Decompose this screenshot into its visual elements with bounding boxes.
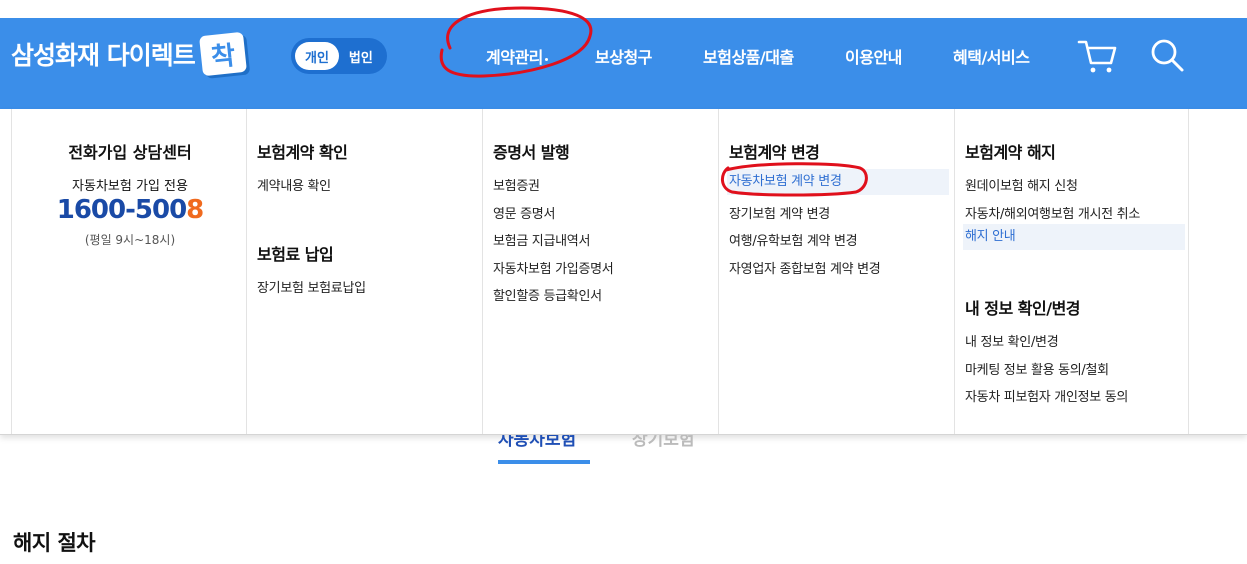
tab-auto-insurance[interactable]: 자동차보험 (498, 435, 590, 464)
phone-main: 1600-500 (56, 195, 187, 225)
menu-item-self-employed-contract-change[interactable]: 자영업자 종합보험 계약 변경 (729, 258, 881, 277)
contact-center-subtitle: 자동차보험 가입 전용 (72, 179, 188, 194)
menu-column-contract-change: 보험계약 변경 자동차보험 계약 변경 장기보험 계약 변경 여행/유학보험 계… (719, 109, 955, 434)
section-title-certificates: 증명서 발행 (493, 143, 570, 162)
menu-item-oneday-cancel[interactable]: 원데이보험 해지 신청 (965, 175, 1078, 194)
mega-menu-dropdown: 전화가입 상담센터 자동차보험 가입 전용 1600-5008 (평일 9시~1… (0, 109, 1247, 435)
menu-item-long-term-contract-change[interactable]: 장기보험 계약 변경 (729, 203, 830, 222)
top-strip (0, 0, 1247, 18)
menu-item-discount-grade-certificate[interactable]: 할인할증 등급확인서 (493, 285, 602, 304)
phone-last-digit: 8 (186, 195, 204, 225)
menu-column-contract-cancel: 보험계약 해지 원데이보험 해지 신청 자동차/해외여행보험 개시전 취소 해지… (955, 109, 1189, 434)
menu-column-certificates: 증명서 발행 보험증권 영문 증명서 보험금 지급내역서 자동차보험 가입증명서… (483, 109, 719, 434)
nav-products-loans[interactable]: 보험상품/대출 (703, 44, 794, 67)
menu-item-cancel-guide[interactable]: 해지 안내 (963, 224, 1185, 250)
nav-usage-guide[interactable]: 이용안내 (845, 44, 902, 67)
menu-item-english-certificate[interactable]: 영문 증명서 (493, 203, 555, 222)
menu-item-marketing-consent[interactable]: 마케팅 정보 활용 동의/철회 (965, 359, 1109, 378)
cart-icon[interactable] (1077, 38, 1119, 74)
nav-benefits-services[interactable]: 혜택/서비스 (953, 44, 1030, 67)
menu-item-travel-contract-change[interactable]: 여행/유학보험 계약 변경 (729, 230, 858, 249)
menu-item-auto-contract-change[interactable]: 자동차보험 계약 변경 (727, 169, 949, 195)
nav-claims[interactable]: 보상청구 (595, 44, 652, 67)
contact-center-column: 전화가입 상담센터 자동차보험 가입 전용 1600-5008 (평일 9시~1… (11, 109, 247, 434)
tab-long-term-insurance[interactable]: 장기보험 (632, 435, 712, 461)
section-title-premium-payment: 보험료 납입 (257, 245, 334, 264)
menu-item-my-info-change[interactable]: 내 정보 확인/변경 (965, 331, 1059, 350)
site-logo[interactable]: 삼성화재 다이렉트 착 (11, 31, 247, 77)
global-nav-bar: 삼성화재 다이렉트 착 개인 법인 계약관리 보상청구 보험상품/대출 이용안내… (0, 18, 1247, 128)
tab-long-term-insurance-label: 장기보험 (632, 435, 695, 450)
menu-item-auto-enrollment-certificate[interactable]: 자동차보험 가입증명서 (493, 258, 614, 277)
search-icon[interactable] (1148, 36, 1186, 74)
menu-column-contract-check: 보험계약 확인 계약내용 확인 보험료 납입 장기보험 보험료납입 (247, 109, 483, 434)
tab-auto-insurance-label: 자동차보험 (498, 435, 577, 450)
customer-type-toggle: 개인 법인 (291, 38, 387, 74)
section-heading-cancel-procedure: 해지 절차 (13, 531, 96, 555)
section-title-contract-check: 보험계약 확인 (257, 143, 348, 162)
menu-item-precommencement-cancel[interactable]: 자동차/해외여행보험 개시전 취소 (965, 203, 1140, 222)
menu-item-policy[interactable]: 보험증권 (493, 175, 540, 194)
toggle-personal[interactable]: 개인 (295, 42, 339, 70)
logo-text: 삼성화재 다이렉트 (11, 41, 196, 70)
menu-item-long-term-premium[interactable]: 장기보험 보험료납입 (257, 277, 366, 296)
section-title-contract-change: 보험계약 변경 (729, 143, 820, 162)
section-title-contract-cancel: 보험계약 해지 (965, 143, 1056, 162)
menu-item-insured-privacy-consent[interactable]: 자동차 피보험자 개인정보 동의 (965, 386, 1128, 405)
toggle-corporate[interactable]: 법인 (339, 42, 383, 70)
logo-badge: 착 (198, 31, 247, 77)
menu-item-contract-details[interactable]: 계약내용 확인 (257, 175, 331, 194)
contact-center-title: 전화가입 상담센터 (68, 143, 192, 162)
nav-contract-management[interactable]: 계약관리 (486, 44, 543, 67)
contact-phone-number[interactable]: 1600-5008 (12, 195, 248, 225)
product-tabs: 자동차보험 장기보험 (0, 435, 1247, 465)
active-indicator-dot (545, 58, 548, 61)
section-title-my-info: 내 정보 확인/변경 (965, 299, 1081, 318)
contact-hours: (평일 9시~18시) (84, 233, 176, 247)
menu-item-claim-payment-history[interactable]: 보험금 지급내역서 (493, 230, 590, 249)
